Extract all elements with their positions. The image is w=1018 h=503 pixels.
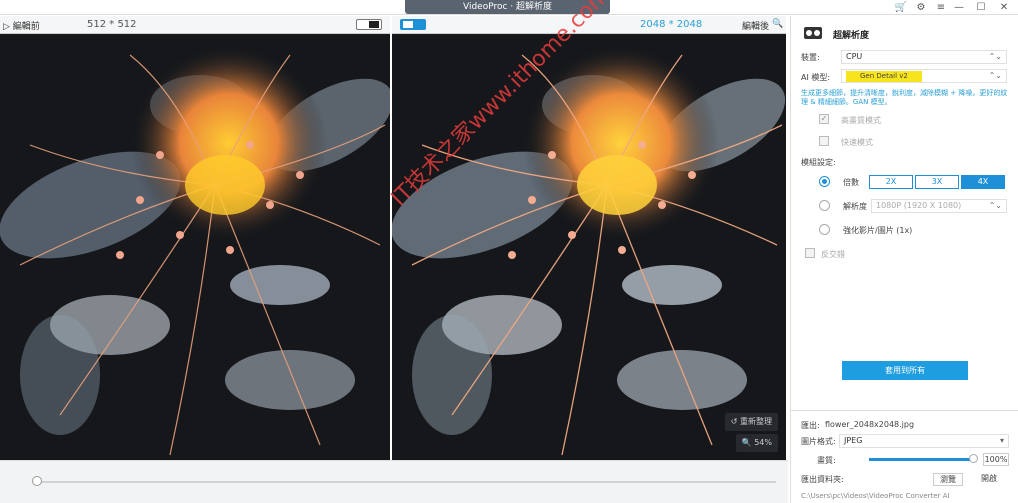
scale-label: 倍數: [843, 178, 859, 187]
open-button[interactable]: 開啟: [971, 473, 1007, 486]
zoom-control[interactable]: 🔍 54%: [735, 434, 778, 452]
enhance-label: 強化影片/圖片 (1x): [843, 226, 913, 235]
chevron-down-icon: ⌃⌄: [988, 52, 1002, 61]
format-select[interactable]: JPEG ▾: [839, 434, 1009, 448]
model-value: Gen Detail v2: [846, 71, 922, 82]
apply-all-button[interactable]: 套用到所有: [842, 361, 968, 380]
model-description: 生成更多細節，提升清晰度，銳利度，減除模糊 + 降噪。更好的紋理 & 精細細節。…: [801, 89, 1008, 106]
timeline-strip: [0, 460, 788, 503]
resolution-select[interactable]: 1080P (1920 X 1080) ⌃⌄: [871, 199, 1007, 213]
model-select[interactable]: Gen Detail v2 ⌃⌄: [841, 69, 1007, 83]
settings-panel: 超解析度 裝置: CPU ⌃⌄ AI 模型: Gen Detail v2 ⌃⌄ 生成…: [790, 16, 1018, 503]
settings-icon[interactable]: ⚙: [910, 0, 932, 15]
reset-button[interactable]: ↺ 重新整理: [724, 413, 778, 431]
before-header: ▷ 編輯前 512 * 512: [0, 16, 390, 34]
after-label: 編輯後: [742, 22, 770, 32]
quality-value[interactable]: 100%: [983, 453, 1009, 466]
minimize-icon[interactable]: —: [948, 0, 970, 15]
chevron-down-icon: ⌃⌄: [988, 201, 1002, 210]
high-quality-checkbox[interactable]: ✓: [819, 114, 829, 124]
folder-label: 匯出資料夾:: [801, 475, 844, 484]
before-resolution: 512 * 512: [87, 19, 137, 30]
device-value: CPU: [846, 52, 863, 61]
resolution-label: 解析度: [843, 202, 867, 211]
folder-path: C:\Users\pc\Videos\VideoProc Converter A…: [801, 492, 950, 500]
timeline-track[interactable]: [36, 481, 776, 483]
compare-view-toggle[interactable]: [400, 19, 426, 30]
resolution-radio[interactable]: [819, 200, 830, 211]
device-select[interactable]: CPU ⌃⌄: [841, 50, 1007, 64]
resolution-value: 1080P (1920 X 1080): [876, 201, 962, 210]
format-label: 圖片格式:: [801, 437, 836, 446]
high-quality-label: 高畫質模式: [841, 116, 881, 125]
title-bar: VideoProc · 超解析度 🛒 ⚙ ≡ — ☐ ✕: [0, 0, 1018, 15]
export-filename: flower_2048x2048.jpg: [825, 420, 915, 429]
fast-mode-checkbox[interactable]: [819, 136, 829, 146]
quality-label: 畫質:: [817, 456, 836, 465]
timeline-knob[interactable]: [32, 476, 42, 486]
chevron-down-icon: ▾: [999, 436, 1004, 445]
model-settings-label: 模組設定:: [801, 158, 836, 167]
before-image: [0, 35, 390, 460]
scale-radio[interactable]: [819, 176, 830, 187]
scale-2x-button[interactable]: 2X: [869, 175, 913, 189]
quality-slider-knob[interactable]: [969, 454, 978, 463]
close-icon[interactable]: ✕: [993, 0, 1015, 15]
enhance-radio[interactable]: [819, 224, 830, 235]
panel-title: 超解析度: [833, 31, 870, 41]
cart-icon[interactable]: 🛒: [890, 0, 912, 15]
browse-button[interactable]: 瀏覽: [933, 473, 963, 486]
format-value: JPEG: [844, 436, 863, 445]
model-label: AI 模型:: [801, 73, 831, 82]
split-view-toggle[interactable]: [356, 19, 382, 30]
reverse-checkbox[interactable]: [805, 248, 815, 258]
chevron-down-icon: ⌃⌄: [988, 71, 1002, 80]
reverse-label: 反交錯: [821, 250, 845, 259]
device-label: 裝置:: [801, 53, 820, 62]
maximize-icon[interactable]: ☐: [970, 0, 992, 15]
divider: [791, 410, 1018, 411]
reset-label: 重新整理: [740, 417, 772, 426]
scale-3x-button[interactable]: 3X: [915, 175, 959, 189]
quality-slider-track[interactable]: [869, 458, 975, 461]
after-resolution: 2048 * 2048: [640, 19, 703, 30]
film-reel-icon: [804, 27, 822, 39]
before-preview: ▷ 編輯前 512 * 512: [0, 16, 390, 460]
search-icon[interactable]: 🔍: [772, 19, 783, 29]
export-label: 匯出:: [801, 421, 820, 430]
after-preview: 2048 * 2048 編輯後 🔍 ↺ 重新整理 🔍 54%: [392, 16, 786, 460]
after-image: [392, 35, 786, 460]
zoom-value: 54%: [754, 438, 772, 447]
scale-4x-button[interactable]: 4X: [961, 175, 1005, 189]
before-label: ▷ 編輯前: [3, 22, 40, 32]
fast-mode-label: 快速模式: [841, 138, 873, 147]
